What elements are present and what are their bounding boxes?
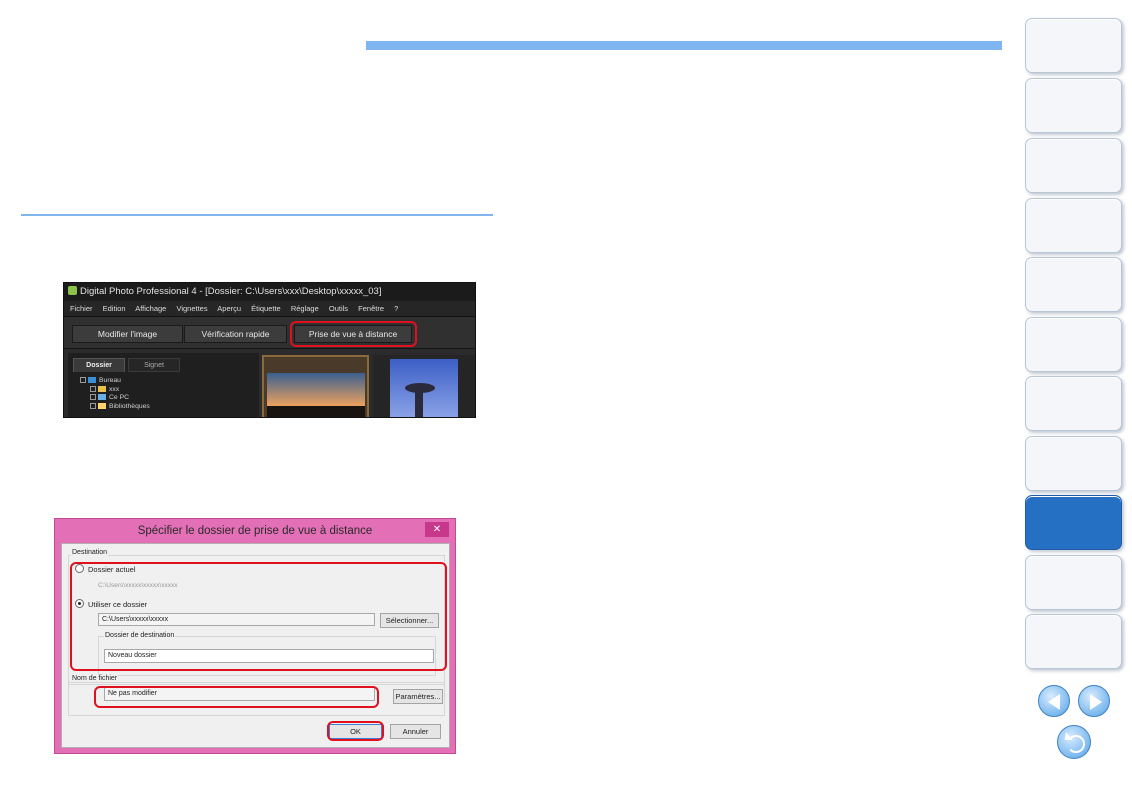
folder-icon xyxy=(98,385,106,392)
menu-affichage[interactable]: Affichage xyxy=(135,304,166,313)
dpp-titlebar: Digital Photo Professional 4 - [Dossier:… xyxy=(64,283,475,301)
menu-etiquette[interactable]: Étiquette xyxy=(251,304,281,313)
thumbnail-sunset[interactable] xyxy=(262,355,369,417)
menu-fenetre[interactable]: Fenêtre xyxy=(358,304,384,313)
nav-tab-11[interactable] xyxy=(1025,614,1122,669)
next-page-icon[interactable] xyxy=(1078,685,1110,717)
nav-tab-7[interactable] xyxy=(1025,376,1122,431)
tree-label-bureau: Bureau xyxy=(99,377,121,384)
filename-label: Nom de fichier xyxy=(71,675,119,682)
folder-tree: Bureau xxx Ce PC Bibliothèques xyxy=(80,377,150,411)
nav-tab-3[interactable] xyxy=(1025,138,1122,193)
computer-icon xyxy=(98,394,106,401)
remote-folder-dialog: Spécifier le dossier de prise de vue à d… xyxy=(54,518,456,754)
nav-tab-2[interactable] xyxy=(1025,78,1122,133)
dpp-menubar: Fichier Edition Affichage Vignettes Aper… xyxy=(64,301,475,317)
ok-highlight xyxy=(327,721,384,741)
menu-fichier[interactable]: Fichier xyxy=(70,304,93,313)
nav-tab-8[interactable] xyxy=(1025,436,1122,491)
desktop-icon xyxy=(88,377,96,383)
nav-tab-1[interactable] xyxy=(1025,18,1122,73)
menu-help[interactable]: ? xyxy=(394,304,398,313)
nav-tab-6[interactable] xyxy=(1025,317,1122,372)
thumbnail-baobab[interactable] xyxy=(373,355,475,417)
library-icon xyxy=(98,402,106,409)
menu-outils[interactable]: Outils xyxy=(329,304,348,313)
menu-edition[interactable]: Edition xyxy=(103,304,126,313)
previous-page-icon[interactable] xyxy=(1038,685,1070,717)
tree-label-ce-pc: Ce PC xyxy=(109,394,130,402)
cancel-button[interactable]: Annuler xyxy=(390,724,441,739)
collapse-icon[interactable] xyxy=(80,377,86,383)
dpp-app-icon xyxy=(68,286,77,295)
parameters-button[interactable]: Paramètres... xyxy=(393,689,443,704)
section-rule xyxy=(21,214,493,216)
tree-label-bibliotheques: Bibliothèques xyxy=(109,402,150,410)
expand-icon[interactable] xyxy=(90,394,96,401)
dpp-toolbar: Modifier l'image Vérification rapide Pri… xyxy=(64,317,475,349)
baobab-trunk xyxy=(415,389,423,417)
destination-label: Destination xyxy=(71,549,109,556)
quick-check-button[interactable]: Vérification rapide xyxy=(184,325,287,343)
destination-highlight xyxy=(70,562,447,671)
expand-icon[interactable] xyxy=(90,402,96,409)
dialog-title: Spécifier le dossier de prise de vue à d… xyxy=(137,525,373,537)
expand-icon[interactable] xyxy=(90,385,96,392)
tree-label-xxx: xxx xyxy=(109,385,120,393)
nav-tab-9-active[interactable] xyxy=(1025,495,1122,550)
nav-tab-10[interactable] xyxy=(1025,555,1122,610)
dpp-title-text: Digital Photo Professional 4 - [Dossier:… xyxy=(80,286,382,297)
close-icon[interactable]: ✕ xyxy=(425,522,449,537)
tab-signet[interactable]: Signet xyxy=(128,358,180,372)
menu-reglage[interactable]: Réglage xyxy=(291,304,319,313)
filename-highlight xyxy=(94,686,379,708)
edit-image-button[interactable]: Modifier l'image xyxy=(72,325,183,343)
remote-shooting-highlight xyxy=(290,321,417,347)
nav-tab-5[interactable] xyxy=(1025,257,1122,312)
return-icon[interactable] xyxy=(1057,725,1091,759)
tree-item-bureau[interactable]: Bureau xyxy=(80,377,150,386)
nav-tab-4[interactable] xyxy=(1025,198,1122,253)
menu-vignettes[interactable]: Vignettes xyxy=(176,304,207,313)
header-rule xyxy=(366,41,1002,50)
tab-dossier[interactable]: Dossier xyxy=(73,358,125,372)
tree-item-bibliotheques[interactable]: Bibliothèques xyxy=(80,402,150,412)
baobab-silhouettes xyxy=(267,406,365,417)
menu-apercu[interactable]: Aperçu xyxy=(217,304,241,313)
dialog-body: Destination Dossier actuel C:\Users\xxxx… xyxy=(61,543,450,748)
tree-item-ce-pc[interactable]: Ce PC xyxy=(80,394,150,403)
dpp-main-window-screenshot: Digital Photo Professional 4 - [Dossier:… xyxy=(63,282,476,418)
folder-panel: Dossier Signet Bureau xxx Ce PC Biblioth… xyxy=(68,353,259,417)
tree-item-xxx[interactable]: xxx xyxy=(80,385,150,395)
